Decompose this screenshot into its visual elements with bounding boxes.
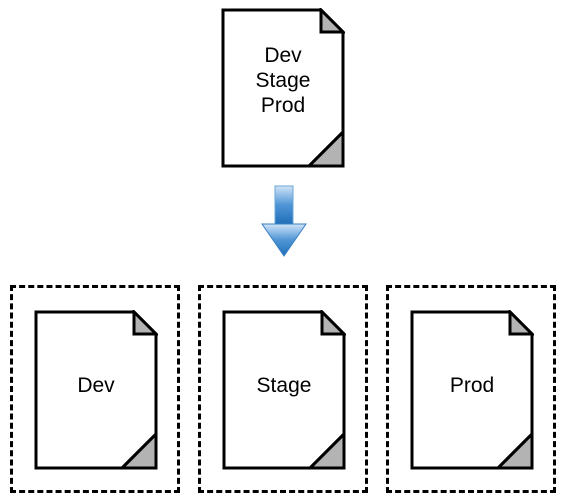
doc-source-line-1: Dev [264, 43, 301, 68]
doc-dev-label: Dev [34, 310, 158, 470]
doc-source: Dev Stage Prod [221, 8, 345, 168]
env-box-stage: Stage [198, 285, 368, 493]
doc-dev: Dev [34, 310, 158, 470]
diagram-root: Dev Stage Prod [0, 0, 566, 503]
env-box-prod: Prod [386, 285, 556, 493]
env-box-dev: Dev [10, 285, 180, 493]
doc-stage: Stage [222, 310, 346, 470]
arrow-down-icon [260, 184, 308, 258]
doc-stage-label: Stage [222, 310, 346, 470]
doc-source-labels: Dev Stage Prod [221, 28, 345, 133]
doc-prod: Prod [410, 310, 534, 470]
doc-source-line-2: Stage [256, 68, 311, 93]
doc-prod-label: Prod [410, 310, 534, 470]
doc-source-line-3: Prod [261, 93, 305, 118]
